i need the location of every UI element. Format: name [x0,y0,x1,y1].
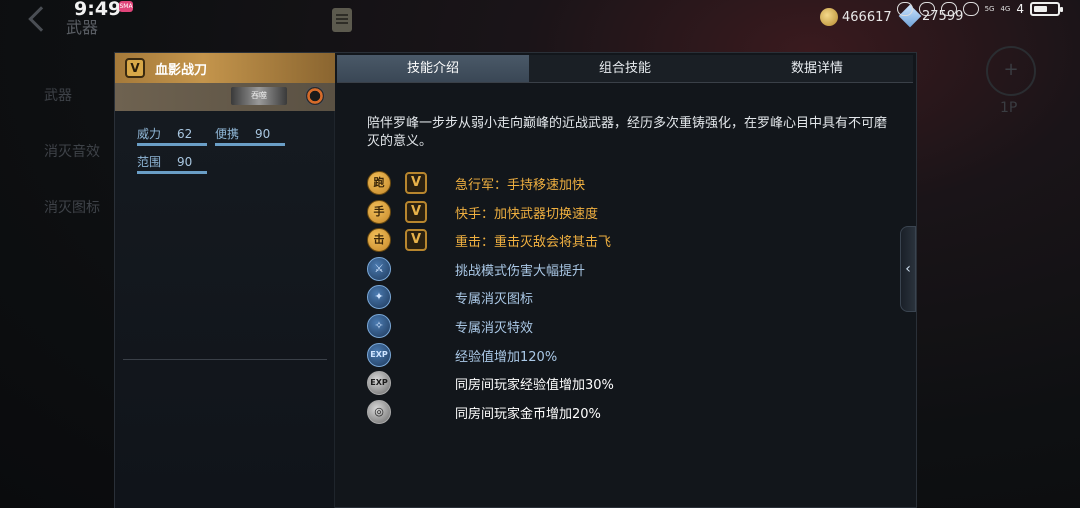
stat-label: 范围 [137,155,162,169]
skill-row: 手 V 快手：加快武器切换速度 [367,198,887,227]
stat-bar [215,143,285,146]
bluetooth-icon [940,2,957,16]
stat-bar [137,143,207,146]
status-icons: 5G 4G 4 [896,2,1063,16]
skill-row: ✧ 专属消灭特效 [367,312,887,341]
tab-skill-intro[interactable]: 技能介绍 [337,55,529,82]
weapon-tag: 吞噬 [231,87,287,105]
skill-row: ⚔ 挑战模式伤害大幅提升 [367,255,887,284]
nav-item-kill-sound[interactable]: 消灭音效 [0,136,112,192]
skill-text: 急行军：手持移速加快 [455,178,586,193]
card-divider [123,359,327,360]
skill-row: EXP 同房间玩家经验值增加30% [367,369,887,398]
running-man-icon: 跑 [367,171,391,195]
hand-swap-icon: 手 [367,199,391,224]
alarm-icon [918,2,935,16]
exp-icon: EXP [367,342,391,367]
skill-row: 跑 V 急行军：手持移速加快 [367,169,887,198]
tab-combo-skill[interactable]: 组合技能 [529,55,721,82]
skill-list: 跑 V 急行军：手持移速加快 手 V 快手：加快武器切换速度 击 V 重击：重击… [367,169,887,426]
kill-icon-icon: ✦ [367,285,391,310]
skill-text: 专属消灭图标 [455,292,534,308]
stat-portability: 便携 90 [215,125,285,146]
skill-v-badge: V [405,200,427,223]
weapon-card-subheader: 吞噬 [115,83,335,111]
skill-v-badge: V [405,229,427,252]
room-gold-icon: ◎ [367,399,391,424]
skill-v-badge: V [405,172,427,194]
left-nav: 武器 消灭音效 消灭图标 [0,80,112,248]
skill-text: 专属消灭特效 [455,320,534,336]
tier-v-badge: V [125,58,145,78]
weapon-name: 血影战刀 [155,63,208,78]
skill-text: 重击：重击灭敌会将其击飞 [455,235,612,251]
stat-bar [137,171,207,174]
stat-label: 便携 [215,127,240,141]
weapon-detail-panel: V 血影战刀 吞噬 威力 62 便携 90 范围 90 技能介绍 组合技能 数据详情 … [114,52,917,508]
eye-icon [896,2,913,16]
weapon-description: 陪伴罗峰一步步从弱小走向巅峰的近战武器，经历多次重铸强化，在罗峰心目中具有不可磨… [367,116,888,149]
status-bar: 9:49 SMA 5G 4G 4 [0,0,1080,26]
expand-handle-chevron-icon[interactable]: ‹ [900,226,916,312]
weapon-card: V 血影战刀 吞噬 威力 62 便携 90 范围 90 [115,53,335,508]
stat-value: 90 [177,155,193,169]
tab-data-details[interactable]: 数据详情 [721,55,913,82]
kill-effect-icon: ✧ [367,313,391,338]
nav-item-weapon[interactable]: 武器 [0,80,112,136]
stat-value: 62 [177,127,193,141]
skill-text: 快手：加快武器切换速度 [455,206,599,222]
add-circle-icon[interactable]: + [986,46,1036,96]
battery-level [1034,6,1048,12]
room-exp-icon: EXP [367,371,391,396]
challenge-damage-icon: ⚔ [367,256,391,281]
wifi-icon [962,2,979,16]
skill-row: ✦ 专属消灭图标 [367,283,887,312]
battery-icon [1030,2,1063,16]
network-5g-label: 5G [984,4,995,13]
nav-item-kill-icon[interactable]: 消灭图标 [0,192,112,248]
skill-text: 同房间玩家金币增加20% [455,406,601,422]
player-label: 1P [1000,100,1018,116]
stat-range: 范围 90 [137,153,207,174]
skill-row: EXP 经验值增加120% [367,341,887,370]
stat-label: 威力 [137,127,162,141]
detail-tabs: 技能介绍 组合技能 数据详情 [337,55,913,83]
network-4g-label: 4G [1000,4,1011,13]
status-time: 9:49 [74,0,122,20]
skill-row: 击 V 重击：重击灭敌会将其击飞 [367,226,887,255]
skill-row: ◎ 同房间玩家金币增加20% [367,398,887,427]
weapon-card-header: V 血影战刀 [115,53,335,83]
skill-text: 挑战模式伤害大幅提升 [455,263,586,279]
compass-icon[interactable] [305,86,325,106]
stat-value: 90 [255,127,271,141]
notification-badge: SMA [119,1,133,12]
skill-text: 同房间玩家经验值增加30% [455,378,614,394]
signal-count: 4 [1016,2,1024,16]
skill-text: 经验值增加120% [455,349,558,365]
stat-power: 威力 62 [137,125,207,146]
heavy-strike-icon: 击 [367,228,391,253]
